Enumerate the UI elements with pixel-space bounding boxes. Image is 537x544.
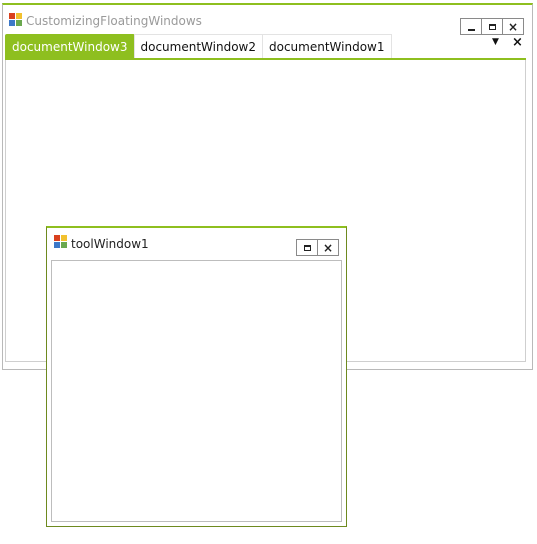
maximize-icon (303, 244, 311, 251)
close-button[interactable]: × (502, 18, 524, 35)
close-icon: × (322, 240, 334, 255)
app-window-icon (54, 235, 68, 249)
tab-documentwindow3[interactable]: documentWindow3 (5, 34, 135, 58)
tool-window: toolWindow1 × (46, 226, 347, 527)
close-icon[interactable]: × (512, 35, 523, 50)
tab-documentwindow2[interactable]: documentWindow2 (133, 34, 263, 58)
document-tab-strip: documentWindow3 documentWindow2 document… (5, 34, 392, 58)
maximize-icon (488, 23, 496, 30)
app-window-icon (9, 13, 23, 27)
dropdown-arrow-icon[interactable]: ▼ (492, 37, 499, 47)
tool-window-caption-buttons: × (296, 239, 339, 256)
tool-window-content (51, 260, 342, 522)
maximize-button[interactable] (481, 18, 503, 35)
window-title: CustomizingFloatingWindows (26, 14, 202, 28)
close-icon: × (507, 19, 519, 34)
tool-close-button[interactable]: × (317, 239, 339, 256)
tool-maximize-button[interactable] (296, 239, 318, 256)
tool-window-title: toolWindow1 (71, 237, 149, 251)
minimize-button[interactable] (460, 18, 482, 35)
tab-documentwindow1[interactable]: documentWindow1 (262, 34, 392, 58)
window-caption-buttons: × (460, 18, 524, 35)
minimize-icon (467, 28, 475, 31)
